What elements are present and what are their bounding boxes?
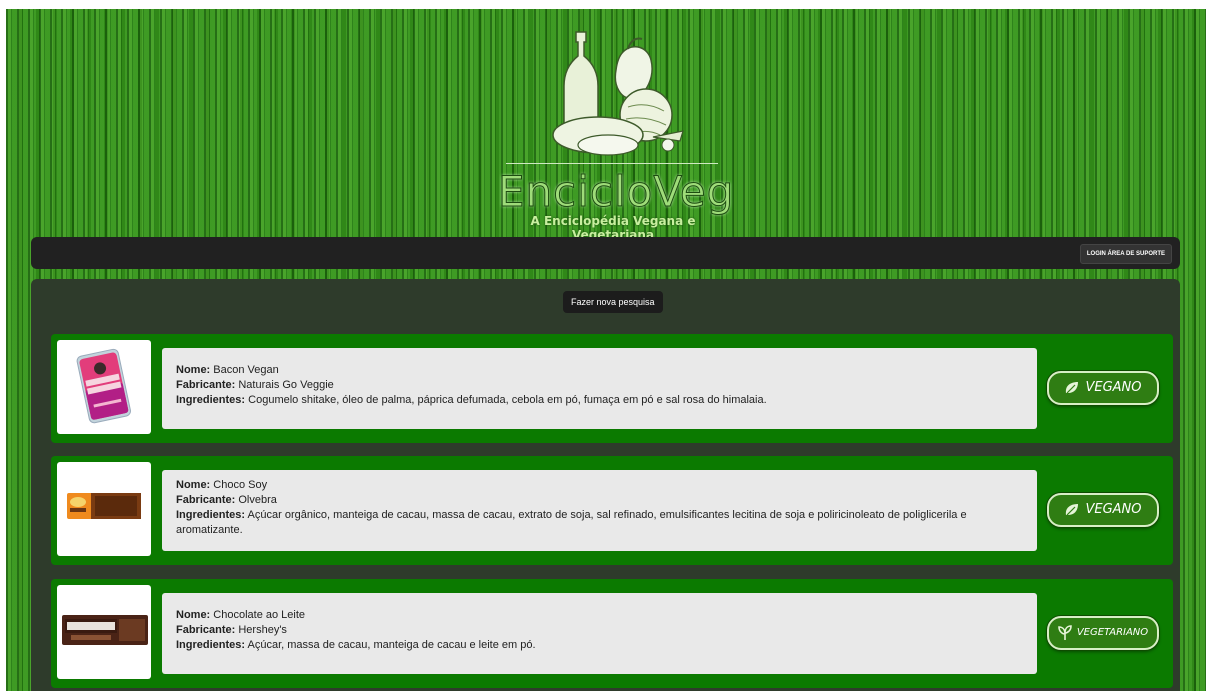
product-name: Chocolate ao Leite xyxy=(213,609,306,621)
badge-label: VEGETARIANO xyxy=(1076,627,1149,638)
site-logo[interactable]: EncicloVeg A Enciclopédia Vegana e Veget… xyxy=(498,27,735,242)
top-navbar: LOGIN ÁREA DE SUPORTE xyxy=(31,237,1180,269)
product-manufacturer: Olvebra xyxy=(238,494,277,506)
product-name: Bacon Vegan xyxy=(213,364,279,376)
product-image xyxy=(57,585,151,679)
product-ingredients-line: Ingredientes: Açúcar, massa de cacau, ma… xyxy=(176,638,1023,653)
name-label: Nome: xyxy=(176,479,211,491)
ingredients-label: Ingredientes: xyxy=(176,394,246,406)
product-name-line: Nome: Chocolate ao Leite xyxy=(176,608,1023,623)
product-manufacturer: Naturais Go Veggie xyxy=(238,379,334,391)
page-background: EncicloVeg A Enciclopédia Vegana e Veget… xyxy=(6,9,1206,691)
leaf-icon xyxy=(1066,504,1079,516)
product-manufacturer-line: Fabricante: Olvebra xyxy=(176,493,1023,508)
badge-label: VEGANO xyxy=(1085,380,1142,395)
leaf-icon xyxy=(1066,382,1079,394)
support-login-button[interactable]: LOGIN ÁREA DE SUPORTE xyxy=(1079,244,1172,264)
product-ingredients: Açúcar orgânico, manteiga de cacau, mass… xyxy=(176,509,967,536)
sprout-icon xyxy=(1058,625,1072,640)
product-image xyxy=(57,462,151,556)
product-name-line: Nome: Bacon Vegan xyxy=(176,363,1023,378)
product-manufacturer: Hershey's xyxy=(238,624,287,636)
vegan-badge[interactable]: VEGANO xyxy=(1047,371,1159,405)
product-ingredients: Açúcar, massa de cacau, manteiga de caca… xyxy=(247,639,536,651)
product-info: Nome: Chocolate ao Leite Fabricante: Her… xyxy=(162,593,1037,674)
product-card: Nome: Choco Soy Fabricante: Olvebra Ingr… xyxy=(51,456,1173,565)
product-card: Nome: Bacon Vegan Fabricante: Naturais G… xyxy=(51,334,1173,443)
product-ingredients: Cogumelo shitake, óleo de palma, páprica… xyxy=(248,394,767,406)
choco-soy-bar-image xyxy=(67,493,141,519)
name-label: Nome: xyxy=(176,364,211,376)
product-ingredients-line: Ingredientes: Cogumelo shitake, óleo de … xyxy=(176,393,1023,408)
product-manufacturer-line: Fabricante: Hershey's xyxy=(176,623,1023,638)
vegetables-illustration xyxy=(552,31,684,156)
product-image xyxy=(57,340,151,434)
ingredients-label: Ingredientes: xyxy=(176,639,246,651)
logo-divider xyxy=(506,163,718,164)
logo-title: EncicloVeg xyxy=(498,167,735,217)
vegan-badge[interactable]: VEGANO xyxy=(1047,493,1159,527)
badge-label: VEGANO xyxy=(1085,502,1142,517)
ingredients-label: Ingredientes: xyxy=(176,509,246,521)
manufacturer-label: Fabricante: xyxy=(176,494,236,506)
manufacturer-label: Fabricante: xyxy=(176,624,236,636)
product-manufacturer-line: Fabricante: Naturais Go Veggie xyxy=(176,378,1023,393)
product-card: Nome: Chocolate ao Leite Fabricante: Her… xyxy=(51,579,1173,688)
product-info: Nome: Bacon Vegan Fabricante: Naturais G… xyxy=(162,348,1037,429)
product-info: Nome: Choco Soy Fabricante: Olvebra Ingr… xyxy=(162,470,1037,551)
product-ingredients-line: Ingredientes: Açúcar orgânico, manteiga … xyxy=(176,508,1023,538)
name-label: Nome: xyxy=(176,609,211,621)
hersheys-bar-image xyxy=(62,615,148,645)
vegetarian-badge[interactable]: VEGETARIANO xyxy=(1047,616,1159,650)
product-name-line: Nome: Choco Soy xyxy=(176,478,1023,493)
results-panel: Fazer nova pesquisa Nome: Bacon Vegan Fa… xyxy=(31,279,1180,691)
manufacturer-label: Fabricante: xyxy=(176,379,236,391)
new-search-button[interactable]: Fazer nova pesquisa xyxy=(563,291,663,313)
product-name: Choco Soy xyxy=(213,479,268,491)
bacon-vegan-package-image xyxy=(76,348,131,424)
